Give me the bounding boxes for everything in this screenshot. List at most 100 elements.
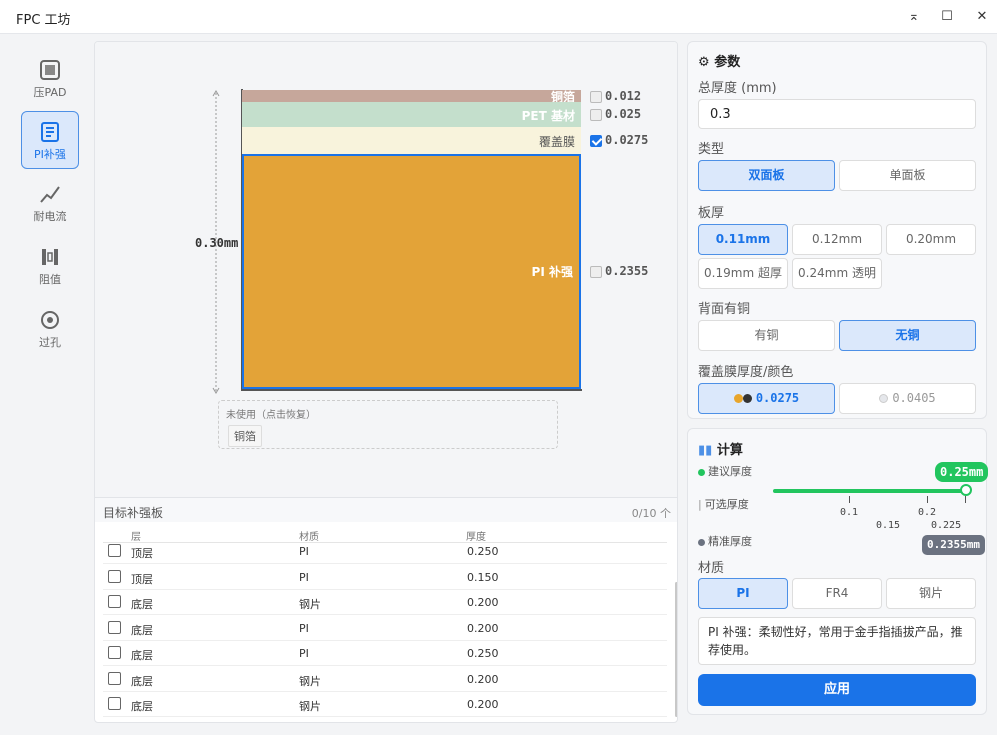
material-steel-button[interactable]: 钢片 [886, 578, 976, 609]
thickness-pi[interactable]: 0.2355 [590, 264, 648, 280]
row-checkbox[interactable] [108, 671, 121, 685]
table-row[interactable]: 顶层 PI 0.150 [103, 565, 667, 590]
layer-coverlay[interactable]: 覆盖膜 [242, 127, 581, 154]
row-layer: 底层 [131, 674, 153, 688]
board-019-button[interactable]: 0.19mm 超厚 [698, 258, 788, 289]
precise-badge: 0.2355mm [922, 535, 985, 555]
row-material: 钢片 [299, 598, 321, 611]
chart-icon: ▮▮ [698, 443, 713, 458]
window-title: FPC 工坊 [16, 13, 71, 28]
layer-checkbox[interactable] [590, 108, 602, 121]
layer-name: PI 补强 [531, 265, 573, 279]
sidebar-item-resistance[interactable]: 阻值 [21, 237, 79, 295]
layer-checkbox[interactable] [590, 134, 602, 147]
green-dot-icon [698, 468, 705, 476]
params-panel: ⚙ 参数 总厚度 (mm) 0.3 类型 双面板 单面板 板厚 0.11mm 0… [687, 41, 987, 419]
back-copper-yes-button[interactable]: 有铜 [698, 320, 835, 351]
table-row[interactable]: 底层 PI 0.250 [103, 641, 667, 666]
total-thickness-label: 总厚度 (mm) [698, 81, 777, 96]
close-icon[interactable]: ✕ [971, 7, 993, 27]
row-thickness: 0.200 [467, 596, 499, 609]
legend-suggest: 建议厚度 [698, 463, 752, 479]
white-dot-icon [879, 394, 889, 403]
layer-name: PET 基材 [521, 109, 575, 123]
row-material: PI [299, 570, 309, 584]
table-row[interactable]: 底层 钢片 0.200 [103, 667, 667, 692]
layer-pet[interactable]: PET 基材 [242, 102, 581, 127]
slider-track[interactable] [773, 489, 966, 493]
type-double-button[interactable]: 双面板 [698, 160, 835, 191]
stack-panel: 0.30mm 铜箔 PET 基材 覆盖膜 PI 补强 0.012 0.025 0… [94, 41, 678, 723]
board-011-button[interactable]: 0.11mm [698, 224, 788, 255]
material-label: 材质 [698, 561, 725, 576]
slider-handle[interactable] [960, 484, 972, 496]
table-count: 0/10 个 [631, 507, 671, 520]
suggest-badge: 0.25mm [935, 462, 989, 482]
collapse-icon[interactable]: ⌅ [903, 7, 925, 27]
table-scrollbar[interactable] [675, 582, 677, 717]
board-024-button[interactable]: 0.24mm 透明 [792, 258, 882, 289]
row-checkbox[interactable] [108, 569, 121, 583]
row-material: 钢片 [299, 674, 321, 688]
board-012-button[interactable]: 0.12mm [792, 224, 882, 255]
table-row[interactable]: 顶层 PI 0.250 [103, 539, 667, 564]
maximize-icon[interactable]: ☐ [936, 7, 958, 27]
total-thickness-input[interactable]: 0.3 [698, 99, 976, 129]
thickness-pet[interactable]: 0.025 [590, 107, 641, 123]
yellow-dot-icon [733, 394, 743, 403]
unused-chip-copper[interactable]: 铜箔 [228, 425, 262, 447]
cover-0405-button[interactable]: 0.0405 [839, 383, 976, 414]
row-checkbox[interactable] [108, 595, 121, 608]
layer-checkbox[interactable] [590, 90, 602, 103]
unused-layers: 未使用（点击恢复） 铜箔 [218, 400, 558, 449]
table-row[interactable]: 底层 钢片 0.200 [103, 590, 667, 615]
row-layer: 底层 [131, 598, 153, 611]
row-material: PI [299, 647, 309, 660]
resistor-icon [42, 249, 58, 265]
row-thickness: 0.200 [467, 672, 499, 686]
sidebar-item-pad[interactable]: 压PAD [21, 50, 79, 108]
total-thickness-label: 0.30mm [195, 236, 239, 250]
tick-label: 0.2 [918, 507, 937, 518]
table-row[interactable]: 底层 PI 0.200 [103, 616, 667, 641]
table-header: 目标补强板 0/10 个 [95, 497, 677, 522]
layer-copper[interactable]: 铜箔 [242, 90, 581, 104]
bar-icon: | [698, 498, 702, 511]
tick-mark [965, 496, 966, 503]
via-icon [41, 311, 59, 329]
legend-precise: 精准厚度 [698, 533, 752, 549]
material-pi-button[interactable]: PI [698, 578, 788, 609]
cover-0275-button[interactable]: 0.0275 [698, 383, 835, 414]
unused-title: 未使用（点击恢复） [226, 410, 316, 421]
sidebar-item-pi[interactable]: PI补强 [21, 111, 79, 169]
thickness-coverlay[interactable]: 0.0275 [590, 133, 648, 149]
table-row[interactable]: 底层 钢片 0.200 [103, 692, 667, 717]
layer-name: 覆盖膜 [538, 135, 575, 149]
back-copper-label: 背面有铜 [698, 302, 751, 317]
pad-icon [40, 60, 60, 80]
row-checkbox[interactable] [108, 544, 121, 557]
row-checkbox[interactable] [108, 697, 121, 710]
gray-dot-icon [698, 538, 705, 546]
back-copper-no-button[interactable]: 无铜 [839, 320, 976, 351]
sidebar-item-current[interactable]: 耐电流 [21, 174, 79, 232]
row-thickness: 0.200 [467, 621, 499, 635]
layer-checkbox[interactable] [590, 265, 602, 278]
row-checkbox[interactable] [108, 620, 121, 634]
material-fr4-button[interactable]: FR4 [792, 578, 882, 609]
row-checkbox[interactable] [108, 646, 121, 659]
tick-label: 0.1 [840, 507, 859, 518]
board-020-button[interactable]: 0.20mm [886, 224, 976, 255]
row-thickness: 0.150 [467, 570, 499, 584]
sidebar-item-via[interactable]: 过孔 [21, 300, 79, 358]
apply-button[interactable]: 应用 [698, 674, 976, 706]
row-layer: 顶层 [131, 547, 153, 560]
tick-label: 0.225 [931, 520, 962, 531]
title-bar: FPC 工坊 ⌅ ☐ ✕ [0, 0, 997, 34]
row-material: 钢片 [299, 700, 321, 713]
type-single-button[interactable]: 单面板 [839, 160, 976, 191]
params-title: ⚙ 参数 [698, 55, 741, 70]
thickness-copper[interactable]: 0.012 [590, 89, 641, 105]
layer-pi[interactable]: PI 补强 [242, 154, 581, 389]
tick-mark [927, 496, 928, 503]
